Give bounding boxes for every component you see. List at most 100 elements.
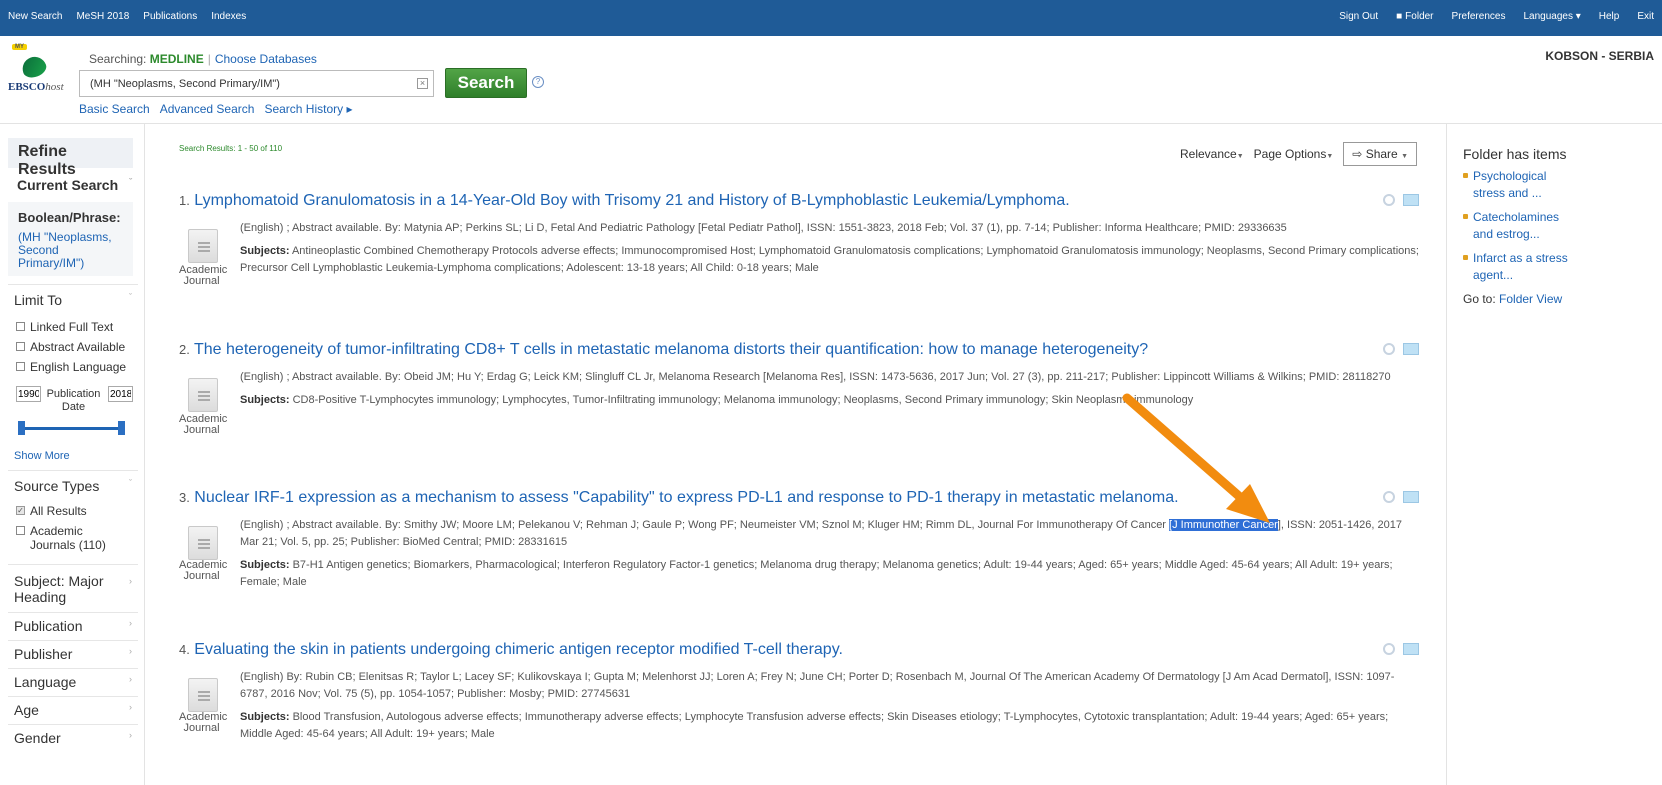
slider-handle-start[interactable] bbox=[18, 421, 25, 435]
boolean-phrase-box: Boolean/Phrase: (MH "Neoplasms, Second P… bbox=[8, 202, 133, 276]
source-all-results[interactable]: ✓ All Results bbox=[16, 504, 87, 518]
new-search-link[interactable]: New Search bbox=[8, 11, 62, 22]
publications-link[interactable]: Publications bbox=[143, 11, 197, 22]
help-icon[interactable]: ? bbox=[532, 76, 544, 88]
limit-english-language[interactable]: English Language bbox=[16, 360, 126, 374]
add-to-folder-icon[interactable] bbox=[1403, 643, 1419, 655]
facet-subject-major-heading[interactable]: Subject: Major Heading › bbox=[8, 573, 132, 605]
date-range-slider[interactable] bbox=[19, 427, 123, 430]
folder-item-link[interactable]: Catecholamines and estrog... bbox=[1463, 209, 1573, 243]
facet-gender[interactable]: Gender › bbox=[8, 730, 140, 746]
chevron-right-icon: › bbox=[129, 702, 132, 712]
result-citation: (English) ; Abstract available. By: Smit… bbox=[240, 517, 1420, 551]
folder-view-link[interactable]: Folder View bbox=[1499, 292, 1562, 306]
result-actions bbox=[1383, 491, 1419, 503]
limit-abstract-available[interactable]: Abstract Available bbox=[16, 340, 125, 354]
source-academic-journals[interactable]: Academic Journals (110) bbox=[16, 524, 131, 552]
checkbox[interactable] bbox=[16, 526, 25, 535]
checkbox-checked[interactable]: ✓ bbox=[16, 506, 25, 515]
result-title-link[interactable]: 1. Lymphomatoid Granulomatosis in a 14-Y… bbox=[179, 192, 1419, 210]
sidebar-divider bbox=[8, 564, 138, 565]
result-item: 2. The heterogeneity of tumor-infiltrati… bbox=[179, 341, 1419, 441]
folder-item-link[interactable]: Infarct as a stress agent... bbox=[1463, 250, 1573, 284]
search-button[interactable]: Search bbox=[445, 68, 527, 98]
checkbox[interactable] bbox=[16, 362, 25, 371]
checkbox-label: English Language bbox=[30, 360, 127, 374]
exit-link[interactable]: Exit bbox=[1637, 11, 1654, 22]
slider-handle-end[interactable] bbox=[118, 421, 125, 435]
result-citation: (English) By: Rubin CB; Elenitsas R; Tay… bbox=[240, 671, 1395, 700]
add-to-folder-icon[interactable] bbox=[1403, 491, 1419, 503]
refine-results-title: Refine Results bbox=[8, 138, 133, 178]
document-icon[interactable] bbox=[188, 526, 218, 560]
result-title-link[interactable]: 2. The heterogeneity of tumor-infiltrati… bbox=[179, 341, 1419, 359]
subjects-text: Blood Transfusion, Autologous adverse ef… bbox=[240, 711, 1389, 740]
folder-link[interactable]: ■ Folder bbox=[1396, 11, 1433, 22]
search-history-link[interactable]: Search History ▸ bbox=[264, 102, 352, 116]
ebsco-logo-icon[interactable] bbox=[19, 53, 49, 81]
checkbox[interactable] bbox=[16, 322, 25, 331]
logo-brand: EBSCO bbox=[8, 81, 46, 93]
languages-menu[interactable]: Languages ▾ bbox=[1523, 11, 1580, 22]
current-search-label: Current Search bbox=[17, 177, 119, 193]
sign-out-link[interactable]: Sign Out bbox=[1339, 11, 1378, 22]
help-link[interactable]: Help bbox=[1599, 11, 1620, 22]
year-from-input[interactable] bbox=[16, 386, 41, 402]
folder-panel: Folder has items Psychological stress an… bbox=[1446, 124, 1662, 785]
add-to-folder-icon[interactable] bbox=[1403, 194, 1419, 206]
result-title-link[interactable]: 3. Nuclear IRF-1 expression as a mechani… bbox=[179, 489, 1419, 507]
publication-date-label: Publication Date bbox=[46, 388, 101, 413]
facet-publisher[interactable]: Publisher › bbox=[8, 646, 140, 662]
preview-magnifier-icon[interactable] bbox=[1383, 643, 1395, 655]
indexes-link[interactable]: Indexes bbox=[211, 11, 246, 22]
share-button[interactable]: ⇨ Share ▼ bbox=[1343, 142, 1417, 166]
mesh-link[interactable]: MeSH 2018 bbox=[76, 11, 129, 22]
document-icon[interactable] bbox=[188, 678, 218, 712]
source-types-toggle[interactable]: Source Types ˇ bbox=[8, 478, 140, 494]
result-number: 1. bbox=[179, 193, 190, 208]
chevron-right-icon: › bbox=[129, 646, 132, 656]
checkbox-label: All Results bbox=[30, 504, 87, 518]
preview-magnifier-icon[interactable] bbox=[1383, 194, 1395, 206]
document-icon[interactable] bbox=[188, 378, 218, 412]
checkbox[interactable] bbox=[16, 342, 25, 351]
subjects-label: Subjects: bbox=[240, 711, 290, 723]
facet-label: Publication bbox=[14, 618, 83, 634]
folder-item-link[interactable]: Psychological stress and ... bbox=[1463, 168, 1573, 202]
result-citation: (English) ; Abstract available. By: Obei… bbox=[240, 371, 1391, 383]
result-number: 4. bbox=[179, 642, 190, 657]
show-more-link[interactable]: Show More bbox=[14, 450, 70, 462]
subjects-text: Antineoplastic Combined Chemotherapy Pro… bbox=[240, 245, 1419, 274]
preferences-link[interactable]: Preferences bbox=[1452, 11, 1506, 22]
add-to-folder-icon[interactable] bbox=[1403, 343, 1419, 355]
result-title: Nuclear IRF-1 expression as a mechanism … bbox=[194, 489, 1179, 506]
preview-magnifier-icon[interactable] bbox=[1383, 491, 1395, 503]
clear-search-icon[interactable]: × bbox=[417, 78, 428, 89]
document-icon[interactable] bbox=[188, 229, 218, 263]
current-search-toggle[interactable]: Current Search ˇ bbox=[8, 177, 140, 193]
sort-dropdown[interactable]: Relevance▼ bbox=[1180, 147, 1244, 161]
facet-publication[interactable]: Publication › bbox=[8, 618, 140, 634]
sidebar-divider bbox=[8, 668, 138, 669]
facet-age[interactable]: Age › bbox=[8, 702, 140, 718]
year-to-input[interactable] bbox=[108, 386, 133, 402]
facet-language[interactable]: Language › bbox=[8, 674, 140, 690]
basic-search-link[interactable]: Basic Search bbox=[79, 102, 150, 116]
subjects-label: Subjects: bbox=[240, 559, 290, 571]
searching-line: Searching: MEDLINE | Choose Databases bbox=[89, 52, 317, 66]
preview-magnifier-icon[interactable] bbox=[1383, 343, 1395, 355]
limit-to-toggle[interactable]: Limit To ˇ bbox=[8, 292, 140, 308]
advanced-search-link[interactable]: Advanced Search bbox=[160, 102, 255, 116]
checkbox-label: Academic Journals (110) bbox=[30, 524, 106, 552]
sidebar-divider bbox=[8, 284, 138, 285]
sidebar-divider bbox=[8, 470, 138, 471]
search-input[interactable] bbox=[79, 70, 434, 97]
choose-databases-link[interactable]: Choose Databases bbox=[215, 52, 317, 66]
boolean-phrase-value[interactable]: (MH "Neoplasms, Second Primary/IM") bbox=[18, 231, 123, 270]
ebsco-logo-text[interactable]: EBSCOhost bbox=[8, 81, 64, 93]
search-mode-links: Basic Search Advanced Search Search Hist… bbox=[79, 102, 353, 116]
result-item: 3. Nuclear IRF-1 expression as a mechani… bbox=[179, 489, 1419, 599]
result-title-link[interactable]: 4. Evaluating the skin in patients under… bbox=[179, 641, 1419, 659]
page-options-dropdown[interactable]: Page Options▼ bbox=[1254, 147, 1334, 161]
limit-linked-full-text[interactable]: Linked Full Text bbox=[16, 320, 113, 334]
